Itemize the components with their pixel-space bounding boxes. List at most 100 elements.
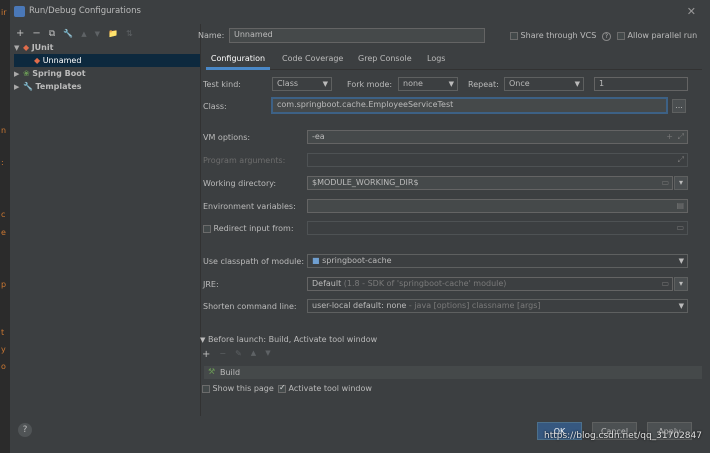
show-page-option[interactable]: Show this page [202, 384, 274, 393]
repeat-value: Once [509, 79, 530, 88]
working-directory-value: $MODULE_WORKING_DIR$ [312, 178, 419, 187]
build-label: Build [220, 368, 241, 377]
active-tab-indicator [206, 67, 270, 70]
show-page-checkbox[interactable] [202, 384, 210, 393]
config-tabs: Configuration Code Coverage Grep Console… [206, 51, 702, 70]
move-task-up-button[interactable]: ▲ [251, 349, 256, 360]
dropdown-arrow-icon: ▼ [448, 80, 454, 88]
tree-item-spring-boot[interactable]: ▶ ❀ Spring Boot [14, 67, 86, 80]
repeat-count-input[interactable]: 1 [594, 77, 688, 91]
help-icon[interactable]: ? [601, 32, 612, 41]
working-directory-dropdown[interactable]: ▾ [674, 176, 688, 190]
hammer-icon: ⚒ [208, 367, 216, 376]
jre-dropdown[interactable]: ▾ [674, 277, 688, 291]
activate-window-option[interactable]: Activate tool window [278, 383, 372, 393]
vm-options-value: -ea [312, 132, 325, 141]
before-launch-item-build[interactable]: ⚒ Build [204, 366, 702, 379]
redirect-input-field[interactable]: ▭ [307, 221, 688, 235]
before-launch-title: Before launch: Build, Activate tool wind… [207, 335, 378, 344]
chevron-right-icon: ▶ [14, 83, 20, 91]
edge-letter: : [1, 158, 4, 167]
move-task-down-button[interactable]: ▼ [265, 349, 270, 360]
window-title: Run/Debug Configurations [29, 6, 141, 16]
name-input[interactable]: Unnamed [229, 28, 485, 43]
junit-icon: ◆ [23, 43, 30, 52]
tab-label: Configuration [210, 54, 266, 63]
test-kind-value: Class [277, 79, 299, 88]
run-debug-dialog: Run/Debug Configurations ✕ + − ⧉ 🔧 ▲ ▼ 📁… [10, 0, 710, 453]
dropdown-arrow-icon: ▼ [322, 80, 328, 88]
remove-task-button[interactable]: − [219, 349, 226, 360]
move-down-button[interactable]: ▼ [95, 28, 100, 40]
shorten-command-select[interactable]: user-local default: none - java [options… [307, 299, 688, 313]
expand-icon[interactable]: ⤢ [678, 131, 684, 143]
vm-options-label: VM options: [203, 133, 251, 142]
panel-divider [200, 24, 201, 416]
wrench-icon[interactable]: 🔧 [63, 28, 73, 40]
edge-letter: e [1, 228, 6, 237]
watermark-url: https://blog.csdn.net/qq_31702847 [543, 431, 702, 441]
dropdown-arrow-icon: ▼ [574, 80, 580, 88]
before-launch-toolbar: + − ✎ ▲ ▼ [202, 349, 271, 360]
edit-task-button[interactable]: ✎ [235, 349, 242, 360]
environment-variables-input[interactable]: ▤ [307, 199, 688, 213]
config-tree: ▼ ◆ JUnit ◆ Unnamed ▶ ❀ Spring Boot ▶ 🔧 Tem… [14, 41, 200, 410]
edge-letter: p [1, 280, 7, 289]
fork-mode-label: Fork mode: [347, 80, 393, 89]
before-launch-header[interactable]: ▼ Before launch: Build, Activate tool wi… [200, 335, 377, 344]
jre-input[interactable]: Default (1.8 - SDK of 'springboot-cache'… [307, 277, 673, 291]
sort-button[interactable]: ⇅ [126, 28, 133, 40]
module-icon: ■ [312, 256, 320, 265]
app-icon [14, 6, 25, 17]
fork-mode-select[interactable]: none ▼ [398, 77, 458, 91]
tree-item-junit[interactable]: ▼ ◆ JUnit [14, 41, 53, 54]
browse-class-button[interactable]: ... [672, 99, 686, 113]
vm-options-input[interactable]: -ea + ⤢ [307, 130, 688, 144]
show-page-label: Show this page [212, 384, 274, 393]
shorten-command-label: Shorten command line: [203, 302, 297, 311]
folder-icon[interactable]: 📁 [108, 28, 118, 40]
shorten-command-value: user-local default: none [312, 301, 407, 310]
redirect-input-option[interactable]: Redirect input from: [203, 224, 294, 233]
allow-parallel-checkbox[interactable] [617, 31, 625, 40]
folder-icon: ▭ [676, 223, 684, 232]
document-icon[interactable]: ▤ [676, 200, 684, 212]
classpath-module-select[interactable]: ■ springboot-cache ▼ [307, 254, 688, 268]
share-vcs-option[interactable]: Share through VCS ? [510, 31, 612, 41]
move-up-button[interactable]: ▲ [81, 28, 86, 40]
folder-icon[interactable]: ▭ [661, 278, 669, 290]
working-directory-label: Working directory: [203, 179, 277, 188]
remove-config-button[interactable]: − [32, 28, 40, 40]
copy-config-button[interactable]: ⧉ [49, 28, 55, 40]
program-arguments-input[interactable]: ⤢ [307, 153, 688, 167]
jre-value: Default [312, 279, 342, 288]
tab-grep-console[interactable]: Grep Console [358, 54, 412, 63]
working-directory-input[interactable]: $MODULE_WORKING_DIR$ ▭ [307, 176, 673, 190]
name-label: Name: [198, 31, 225, 40]
tree-item-unnamed[interactable]: ◆ Unnamed [14, 54, 200, 67]
add-task-button[interactable]: + [202, 349, 210, 360]
tab-code-coverage[interactable]: Code Coverage [282, 54, 343, 63]
folder-icon[interactable]: ▭ [661, 177, 669, 189]
class-input[interactable]: com.springboot.cache.EmployeeServiceTest [272, 98, 667, 113]
share-vcs-checkbox[interactable] [510, 31, 518, 40]
test-kind-select[interactable]: Class ▼ [272, 77, 332, 91]
repeat-select[interactable]: Once ▼ [504, 77, 584, 91]
plus-icon[interactable]: + [666, 131, 673, 143]
shorten-command-hint: - java [options] classname [args] [408, 301, 541, 310]
tree-item-templates[interactable]: ▶ 🔧 Templates [14, 80, 82, 93]
jre-hint: (1.8 - SDK of 'springboot-cache' module) [343, 279, 507, 288]
activate-window-checkbox[interactable] [278, 383, 286, 393]
tree-item-label: JUnit [31, 43, 54, 52]
class-label: Class: [203, 102, 227, 111]
allow-parallel-option[interactable]: Allow parallel run [617, 31, 697, 40]
close-icon[interactable]: ✕ [687, 5, 696, 18]
junit-icon: ◆ [34, 56, 41, 65]
fork-mode-value: none [403, 79, 423, 88]
redirect-input-checkbox[interactable] [203, 224, 211, 233]
add-config-button[interactable]: + [16, 28, 24, 40]
help-button[interactable]: ? [18, 423, 32, 437]
tab-logs[interactable]: Logs [427, 54, 445, 63]
spring-boot-icon: ❀ [23, 69, 30, 78]
tab-configuration[interactable]: Configuration [206, 54, 270, 70]
